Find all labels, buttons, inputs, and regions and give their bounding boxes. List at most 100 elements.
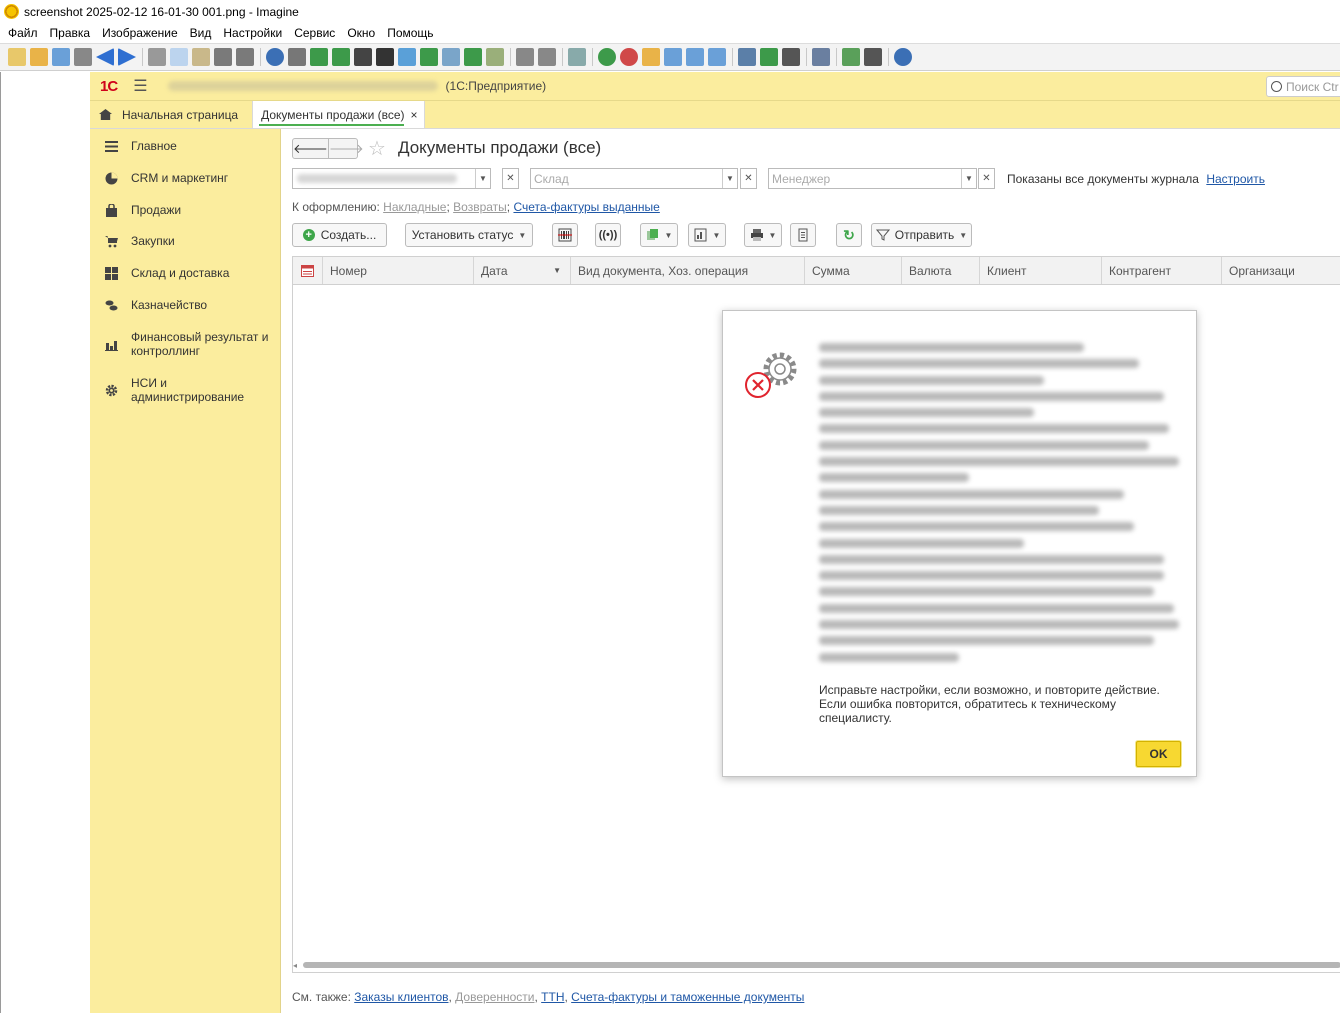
resize-icon[interactable] bbox=[310, 48, 328, 66]
configure-link[interactable]: Настроить bbox=[1206, 172, 1265, 186]
forward-button[interactable]: 🡒 bbox=[329, 139, 364, 158]
sidebar-item-admin[interactable]: НСИ и администрирование bbox=[90, 376, 281, 404]
zoom-actual-icon[interactable] bbox=[664, 48, 682, 66]
info-icon[interactable] bbox=[266, 48, 284, 66]
flip-icon[interactable] bbox=[420, 48, 438, 66]
paste-icon[interactable] bbox=[192, 48, 210, 66]
zoom-out-icon[interactable] bbox=[620, 48, 638, 66]
see-also-ttn-link[interactable]: ТТН bbox=[541, 990, 564, 1004]
zoom-width-icon[interactable] bbox=[686, 48, 704, 66]
sidebar-item-financial-result[interactable]: Финансовый результат и контроллинг bbox=[90, 330, 281, 358]
camera-icon[interactable] bbox=[288, 48, 306, 66]
column-date[interactable]: Дата ▼ bbox=[474, 257, 571, 284]
scroll-left-icon[interactable]: ◂ bbox=[293, 961, 297, 970]
menu-settings[interactable]: Настройки bbox=[217, 26, 288, 40]
zoom-height-icon[interactable] bbox=[708, 48, 726, 66]
zoom-in-icon[interactable] bbox=[598, 48, 616, 66]
column-client[interactable]: Клиент bbox=[980, 257, 1102, 284]
print-button[interactable]: ▼ bbox=[744, 223, 782, 247]
warehouse-filter[interactable]: Склад ▼ bbox=[530, 168, 738, 189]
sidebar-item-crm[interactable]: CRM и маркетинг bbox=[90, 171, 281, 185]
previous-icon[interactable] bbox=[96, 48, 114, 66]
cut-icon[interactable] bbox=[148, 48, 166, 66]
reports-button[interactable]: ▼ bbox=[688, 223, 726, 247]
effects-icon[interactable] bbox=[398, 48, 416, 66]
rotate-icon[interactable] bbox=[464, 48, 482, 66]
menu-view[interactable]: Вид bbox=[184, 26, 218, 40]
chevron-down-icon[interactable]: ▼ bbox=[961, 169, 976, 188]
replace-icon[interactable] bbox=[538, 48, 556, 66]
refresh-button[interactable]: ↻ bbox=[836, 223, 862, 247]
sidebar-item-purchases[interactable]: Закупки bbox=[90, 234, 281, 248]
grayscale-icon[interactable] bbox=[354, 48, 372, 66]
help-icon[interactable] bbox=[894, 48, 912, 66]
chevron-down-icon[interactable]: ▼ bbox=[475, 169, 490, 188]
favorite-star-icon[interactable]: ☆ bbox=[368, 136, 386, 161]
ok-button[interactable]: OK bbox=[1136, 741, 1181, 767]
transform-icon[interactable] bbox=[486, 48, 504, 66]
global-search-input[interactable]: Поиск Ctr bbox=[1266, 76, 1340, 97]
column-organization[interactable]: Организаци bbox=[1222, 257, 1340, 284]
next-icon[interactable] bbox=[118, 48, 136, 66]
monitor-icon[interactable] bbox=[738, 48, 756, 66]
horizontal-scrollbar[interactable] bbox=[303, 962, 1340, 968]
find-icon[interactable] bbox=[516, 48, 534, 66]
sidebar-item-sales[interactable]: Продажи bbox=[90, 203, 281, 217]
column-sum[interactable]: Сумма bbox=[805, 257, 902, 284]
menu-service[interactable]: Сервис bbox=[288, 26, 341, 40]
todo-invoices-link[interactable]: Накладные bbox=[383, 200, 446, 214]
open-icon[interactable] bbox=[30, 48, 48, 66]
column-doc-type[interactable]: Вид документа, Хоз. операция bbox=[571, 257, 805, 284]
tools-icon[interactable] bbox=[812, 48, 830, 66]
print-icon[interactable] bbox=[74, 48, 92, 66]
save-icon[interactable] bbox=[52, 48, 70, 66]
menu-image[interactable]: Изображение bbox=[96, 26, 184, 40]
create-button[interactable]: + Создать... bbox=[292, 223, 387, 247]
see-also-customer-orders-link[interactable]: Заказы клиентов bbox=[354, 990, 448, 1004]
send-button[interactable]: Отправить ▼ bbox=[871, 223, 972, 247]
main-menu-icon[interactable]: ☰ bbox=[133, 76, 147, 96]
scan-barcode-button[interactable] bbox=[552, 223, 578, 247]
document-list-button[interactable] bbox=[790, 223, 816, 247]
options-icon[interactable] bbox=[864, 48, 882, 66]
menu-edit[interactable]: Правка bbox=[44, 26, 97, 40]
close-tab-icon[interactable]: × bbox=[411, 108, 418, 122]
todo-returns-link[interactable]: Возвраты bbox=[453, 200, 507, 214]
fullscreen-icon[interactable] bbox=[782, 48, 800, 66]
manager-filter[interactable]: Менеджер ▼ bbox=[768, 168, 977, 189]
set-status-button[interactable]: Установить статус ▼ bbox=[405, 223, 533, 247]
chevron-down-icon[interactable]: ▼ bbox=[722, 169, 737, 188]
redo-icon[interactable] bbox=[236, 48, 254, 66]
column-number[interactable]: Номер bbox=[323, 257, 474, 284]
batch-icon[interactable] bbox=[842, 48, 860, 66]
sidebar-item-treasury[interactable]: Казначейство bbox=[90, 298, 281, 312]
tab-home[interactable]: Начальная страница bbox=[90, 101, 252, 128]
column-counterparty[interactable]: Контрагент bbox=[1102, 257, 1222, 284]
edo-button[interactable]: ((•)) bbox=[595, 223, 621, 247]
menu-file[interactable]: Файл bbox=[2, 26, 44, 40]
menu-help[interactable]: Помощь bbox=[381, 26, 439, 40]
todo-tax-invoices-link[interactable]: Счета-фактуры выданные bbox=[513, 200, 659, 214]
sidebar-item-main[interactable]: Главное bbox=[90, 139, 281, 153]
clear-warehouse-button[interactable]: ✕ bbox=[740, 168, 757, 189]
slideshow-icon[interactable] bbox=[760, 48, 778, 66]
new-icon[interactable] bbox=[8, 48, 26, 66]
create-based-on-button[interactable]: ▼ bbox=[640, 223, 678, 247]
column-status[interactable] bbox=[293, 257, 323, 284]
crop-icon[interactable] bbox=[332, 48, 350, 66]
copy-icon[interactable] bbox=[170, 48, 188, 66]
column-currency[interactable]: Валюта bbox=[902, 257, 980, 284]
sidebar-item-warehouse[interactable]: Склад и доставка bbox=[90, 266, 281, 280]
tab-sales-documents[interactable]: Документы продажи (все) × bbox=[252, 101, 425, 128]
see-also-proxies-link[interactable]: Доверенности bbox=[455, 990, 534, 1004]
canvas-icon[interactable] bbox=[442, 48, 460, 66]
menu-window[interactable]: Окно bbox=[341, 26, 381, 40]
clear-organization-button[interactable]: ✕ bbox=[502, 168, 519, 189]
undo-icon[interactable] bbox=[214, 48, 232, 66]
clear-manager-button[interactable]: ✕ bbox=[978, 168, 995, 189]
refresh-icon[interactable] bbox=[568, 48, 586, 66]
see-also-customs-link[interactable]: Счета-фактуры и таможенные документы bbox=[571, 990, 804, 1004]
organization-filter[interactable]: ▼ bbox=[292, 168, 491, 189]
adjust-icon[interactable] bbox=[376, 48, 394, 66]
zoom-fit-icon[interactable] bbox=[642, 48, 660, 66]
